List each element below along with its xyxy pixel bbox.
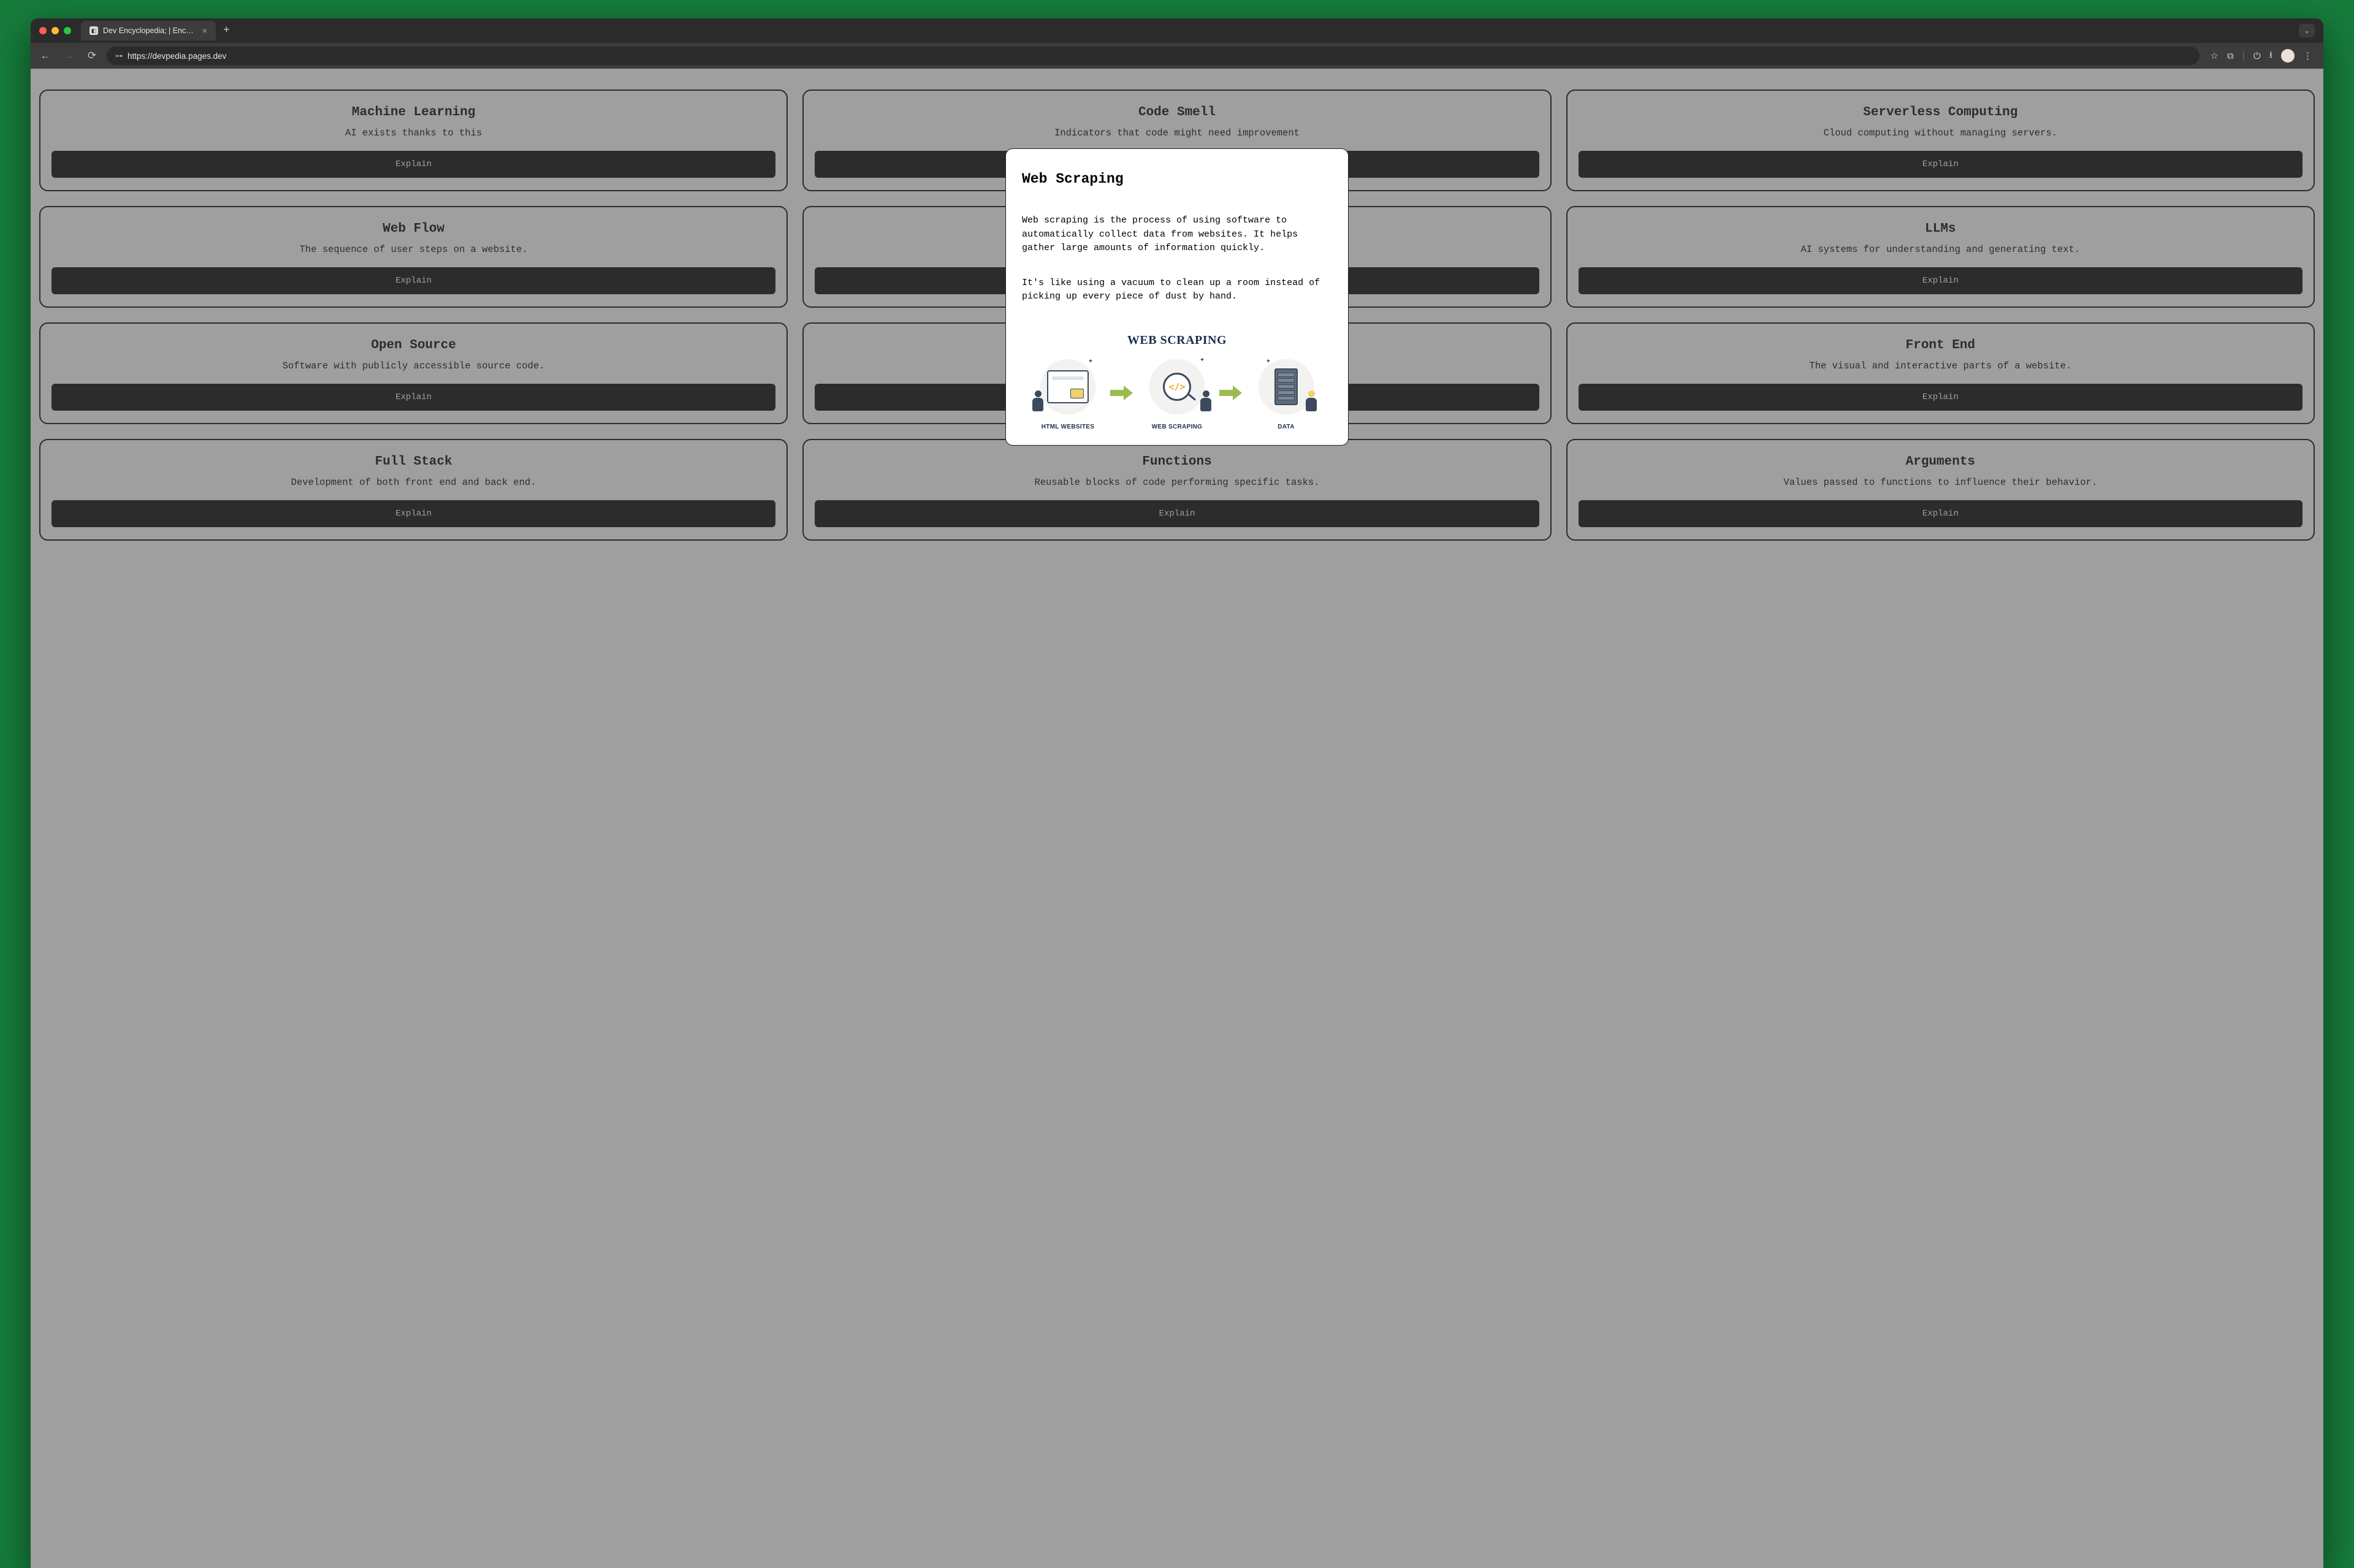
browser-window: ◧ Dev Encyclopedia; | Encyclop × + ⌄ ← →…	[31, 18, 2323, 1568]
browser-toolbar: ← → ⟳ ⊶ https://devpedia.pages.dev ☆ ⧉ |…	[31, 43, 2323, 69]
tab-title: Dev Encyclopedia; | Encyclop	[103, 26, 197, 35]
bookmark-icon[interactable]: ☆	[2211, 50, 2219, 61]
new-tab-button[interactable]: +	[216, 25, 237, 37]
profile-avatar[interactable]	[2281, 49, 2295, 63]
modal-title: Web Scraping	[1022, 171, 1332, 187]
illustration-title: WEB SCRAPING	[1022, 333, 1332, 348]
power-icon[interactable]: ⏻	[2253, 51, 2261, 61]
nav-forward-button[interactable]: →	[60, 50, 77, 62]
tabs-dropdown-button[interactable]: ⌄	[2299, 24, 2315, 37]
separator: |	[2242, 50, 2245, 61]
person-icon	[1198, 390, 1213, 416]
nav-back-button[interactable]: ←	[37, 50, 54, 62]
tab-close-icon[interactable]: ×	[202, 26, 207, 36]
sparkle-icon: ✦	[1266, 356, 1271, 365]
browser-tab[interactable]: ◧ Dev Encyclopedia; | Encyclop ×	[81, 21, 216, 40]
illus-caption-1: HTML WEBSITES	[1042, 424, 1095, 430]
server-icon	[1274, 368, 1298, 405]
downloads-icon[interactable]: ⭳	[2269, 48, 2272, 64]
mini-browser-icon	[1047, 370, 1089, 403]
sparkle-icon: ✦	[1088, 356, 1093, 365]
site-settings-icon[interactable]: ⊶	[115, 51, 123, 60]
traffic-lights	[39, 27, 71, 34]
titlebar: ◧ Dev Encyclopedia; | Encyclop × + ⌄	[31, 18, 2323, 43]
tab-favicon: ◧	[90, 26, 98, 35]
maximize-window-button[interactable]	[64, 27, 71, 34]
viewport: Machine LearningAI exists thanks to this…	[31, 69, 2323, 1568]
url-bar[interactable]: ⊶ https://devpedia.pages.dev	[107, 47, 2200, 65]
extensions-icon[interactable]: ⧉	[2227, 51, 2234, 61]
illus-item-html: ✦ HTML WEBSITES	[1034, 356, 1102, 430]
arrow-icon	[1219, 386, 1244, 400]
close-window-button[interactable]	[39, 27, 47, 34]
modal-paragraph-2: It's like using a vacuum to clean up a r…	[1022, 276, 1332, 304]
modal-illustration: WEB SCRAPING ✦ HTML WEBSITES ✦	[1022, 333, 1332, 430]
illus-item-data: ✦ DATA	[1252, 356, 1320, 430]
illus-caption-2: WEB SCRAPING	[1152, 424, 1203, 430]
magnifier-icon: </>	[1163, 373, 1191, 401]
chevron-down-icon: ⌄	[2305, 26, 2309, 35]
kebab-menu-icon[interactable]: ⋮	[2303, 50, 2312, 61]
explain-modal: Web Scraping Web scraping is the process…	[1005, 148, 1349, 446]
url-text: https://devpedia.pages.dev	[128, 51, 226, 61]
code-icon: </>	[1168, 381, 1185, 392]
illus-caption-3: DATA	[1278, 424, 1295, 430]
person-icon	[1304, 390, 1319, 416]
minimize-window-button[interactable]	[51, 27, 59, 34]
illus-item-scraping: ✦ </> WEB SCRAPING	[1143, 356, 1211, 430]
reload-button[interactable]: ⟳	[83, 50, 101, 62]
arrow-icon	[1110, 386, 1135, 400]
sparkle-icon: ✦	[1200, 355, 1205, 364]
modal-paragraph-1: Web scraping is the process of using sof…	[1022, 214, 1332, 256]
toolbar-right: ☆ ⧉ | ⏻ ⭳ ⋮	[2206, 48, 2317, 64]
person-icon	[1030, 390, 1045, 416]
